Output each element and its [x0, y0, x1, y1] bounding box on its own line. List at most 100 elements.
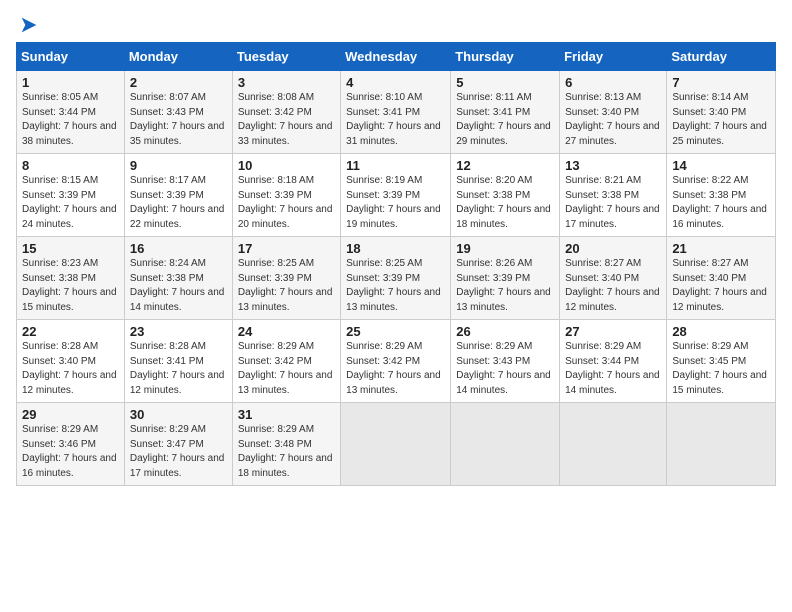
day-number: 24 — [238, 324, 336, 339]
day-info: Sunrise: 8:20 AMSunset: 3:38 PMDaylight:… — [456, 174, 555, 232]
calendar-cell: 16Sunrise: 8:24 AMSunset: 3:38 PMDayligh… — [124, 237, 232, 320]
calendar-day-header: Sunday — [17, 43, 125, 71]
calendar-day-header: Saturday — [667, 43, 776, 71]
day-number: 10 — [238, 158, 336, 173]
calendar-day-header: Tuesday — [232, 43, 340, 71]
calendar-cell: 28Sunrise: 8:29 AMSunset: 3:45 PMDayligh… — [667, 320, 776, 403]
calendar-cell: 1Sunrise: 8:05 AMSunset: 3:44 PMDaylight… — [17, 71, 125, 154]
day-number: 31 — [238, 407, 336, 422]
calendar-week-row: 8Sunrise: 8:15 AMSunset: 3:39 PMDaylight… — [17, 154, 776, 237]
day-number: 27 — [565, 324, 662, 339]
calendar-week-row: 22Sunrise: 8:28 AMSunset: 3:40 PMDayligh… — [17, 320, 776, 403]
logo — [16, 16, 40, 36]
calendar-cell: 15Sunrise: 8:23 AMSunset: 3:38 PMDayligh… — [17, 237, 125, 320]
calendar-cell: 10Sunrise: 8:18 AMSunset: 3:39 PMDayligh… — [232, 154, 340, 237]
calendar-cell: 6Sunrise: 8:13 AMSunset: 3:40 PMDaylight… — [560, 71, 667, 154]
day-number: 20 — [565, 241, 662, 256]
calendar-cell: 3Sunrise: 8:08 AMSunset: 3:42 PMDaylight… — [232, 71, 340, 154]
calendar-cell: 14Sunrise: 8:22 AMSunset: 3:38 PMDayligh… — [667, 154, 776, 237]
day-number: 29 — [22, 407, 120, 422]
calendar-cell: 12Sunrise: 8:20 AMSunset: 3:38 PMDayligh… — [451, 154, 560, 237]
calendar-day-header: Wednesday — [341, 43, 451, 71]
calendar-cell: 13Sunrise: 8:21 AMSunset: 3:38 PMDayligh… — [560, 154, 667, 237]
day-number: 19 — [456, 241, 555, 256]
calendar-cell: 8Sunrise: 8:15 AMSunset: 3:39 PMDaylight… — [17, 154, 125, 237]
day-number: 21 — [672, 241, 771, 256]
calendar-week-row: 1Sunrise: 8:05 AMSunset: 3:44 PMDaylight… — [17, 71, 776, 154]
day-info: Sunrise: 8:29 AMSunset: 3:46 PMDaylight:… — [22, 423, 120, 481]
day-info: Sunrise: 8:22 AMSunset: 3:38 PMDaylight:… — [672, 174, 771, 232]
day-info: Sunrise: 8:08 AMSunset: 3:42 PMDaylight:… — [238, 91, 336, 149]
calendar-week-row: 29Sunrise: 8:29 AMSunset: 3:46 PMDayligh… — [17, 403, 776, 486]
day-number: 12 — [456, 158, 555, 173]
day-info: Sunrise: 8:25 AMSunset: 3:39 PMDaylight:… — [346, 257, 446, 315]
calendar-cell: 7Sunrise: 8:14 AMSunset: 3:40 PMDaylight… — [667, 71, 776, 154]
day-number: 13 — [565, 158, 662, 173]
calendar-cell: 26Sunrise: 8:29 AMSunset: 3:43 PMDayligh… — [451, 320, 560, 403]
calendar-cell: 18Sunrise: 8:25 AMSunset: 3:39 PMDayligh… — [341, 237, 451, 320]
day-info: Sunrise: 8:07 AMSunset: 3:43 PMDaylight:… — [130, 91, 228, 149]
day-info: Sunrise: 8:23 AMSunset: 3:38 PMDaylight:… — [22, 257, 120, 315]
calendar-cell: 2Sunrise: 8:07 AMSunset: 3:43 PMDaylight… — [124, 71, 232, 154]
day-number: 5 — [456, 75, 555, 90]
calendar-cell: 5Sunrise: 8:11 AMSunset: 3:41 PMDaylight… — [451, 71, 560, 154]
calendar-cell: 29Sunrise: 8:29 AMSunset: 3:46 PMDayligh… — [17, 403, 125, 486]
calendar-cell: 22Sunrise: 8:28 AMSunset: 3:40 PMDayligh… — [17, 320, 125, 403]
calendar-table: SundayMondayTuesdayWednesdayThursdayFrid… — [16, 42, 776, 486]
day-info: Sunrise: 8:19 AMSunset: 3:39 PMDaylight:… — [346, 174, 446, 232]
day-number: 28 — [672, 324, 771, 339]
calendar-cell: 30Sunrise: 8:29 AMSunset: 3:47 PMDayligh… — [124, 403, 232, 486]
day-number: 17 — [238, 241, 336, 256]
day-info: Sunrise: 8:15 AMSunset: 3:39 PMDaylight:… — [22, 174, 120, 232]
day-number: 3 — [238, 75, 336, 90]
day-number: 7 — [672, 75, 771, 90]
day-info: Sunrise: 8:11 AMSunset: 3:41 PMDaylight:… — [456, 91, 555, 149]
day-number: 22 — [22, 324, 120, 339]
calendar-week-row: 15Sunrise: 8:23 AMSunset: 3:38 PMDayligh… — [17, 237, 776, 320]
day-number: 8 — [22, 158, 120, 173]
logo-arrow-icon — [18, 14, 40, 36]
page: SundayMondayTuesdayWednesdayThursdayFrid… — [0, 0, 792, 612]
calendar-cell — [560, 403, 667, 486]
calendar-cell — [451, 403, 560, 486]
day-info: Sunrise: 8:05 AMSunset: 3:44 PMDaylight:… — [22, 91, 120, 149]
day-info: Sunrise: 8:27 AMSunset: 3:40 PMDaylight:… — [565, 257, 662, 315]
day-info: Sunrise: 8:29 AMSunset: 3:42 PMDaylight:… — [238, 340, 336, 398]
calendar-cell — [341, 403, 451, 486]
day-info: Sunrise: 8:21 AMSunset: 3:38 PMDaylight:… — [565, 174, 662, 232]
day-info: Sunrise: 8:29 AMSunset: 3:47 PMDaylight:… — [130, 423, 228, 481]
day-number: 25 — [346, 324, 446, 339]
day-info: Sunrise: 8:14 AMSunset: 3:40 PMDaylight:… — [672, 91, 771, 149]
day-number: 30 — [130, 407, 228, 422]
day-number: 14 — [672, 158, 771, 173]
calendar-cell: 20Sunrise: 8:27 AMSunset: 3:40 PMDayligh… — [560, 237, 667, 320]
calendar-cell: 31Sunrise: 8:29 AMSunset: 3:48 PMDayligh… — [232, 403, 340, 486]
day-info: Sunrise: 8:17 AMSunset: 3:39 PMDaylight:… — [130, 174, 228, 232]
day-number: 23 — [130, 324, 228, 339]
day-number: 16 — [130, 241, 228, 256]
day-info: Sunrise: 8:29 AMSunset: 3:42 PMDaylight:… — [346, 340, 446, 398]
calendar-day-header: Friday — [560, 43, 667, 71]
day-info: Sunrise: 8:26 AMSunset: 3:39 PMDaylight:… — [456, 257, 555, 315]
calendar-cell: 11Sunrise: 8:19 AMSunset: 3:39 PMDayligh… — [341, 154, 451, 237]
day-info: Sunrise: 8:28 AMSunset: 3:40 PMDaylight:… — [22, 340, 120, 398]
day-info: Sunrise: 8:25 AMSunset: 3:39 PMDaylight:… — [238, 257, 336, 315]
calendar-day-header: Monday — [124, 43, 232, 71]
day-number: 6 — [565, 75, 662, 90]
header — [16, 10, 776, 36]
day-info: Sunrise: 8:13 AMSunset: 3:40 PMDaylight:… — [565, 91, 662, 149]
calendar-cell: 9Sunrise: 8:17 AMSunset: 3:39 PMDaylight… — [124, 154, 232, 237]
day-info: Sunrise: 8:28 AMSunset: 3:41 PMDaylight:… — [130, 340, 228, 398]
day-number: 26 — [456, 324, 555, 339]
calendar-cell: 25Sunrise: 8:29 AMSunset: 3:42 PMDayligh… — [341, 320, 451, 403]
calendar-cell: 4Sunrise: 8:10 AMSunset: 3:41 PMDaylight… — [341, 71, 451, 154]
calendar-cell: 19Sunrise: 8:26 AMSunset: 3:39 PMDayligh… — [451, 237, 560, 320]
day-info: Sunrise: 8:29 AMSunset: 3:48 PMDaylight:… — [238, 423, 336, 481]
calendar-cell — [667, 403, 776, 486]
day-number: 2 — [130, 75, 228, 90]
day-number: 9 — [130, 158, 228, 173]
day-info: Sunrise: 8:18 AMSunset: 3:39 PMDaylight:… — [238, 174, 336, 232]
day-number: 4 — [346, 75, 446, 90]
day-info: Sunrise: 8:29 AMSunset: 3:44 PMDaylight:… — [565, 340, 662, 398]
calendar-cell: 27Sunrise: 8:29 AMSunset: 3:44 PMDayligh… — [560, 320, 667, 403]
